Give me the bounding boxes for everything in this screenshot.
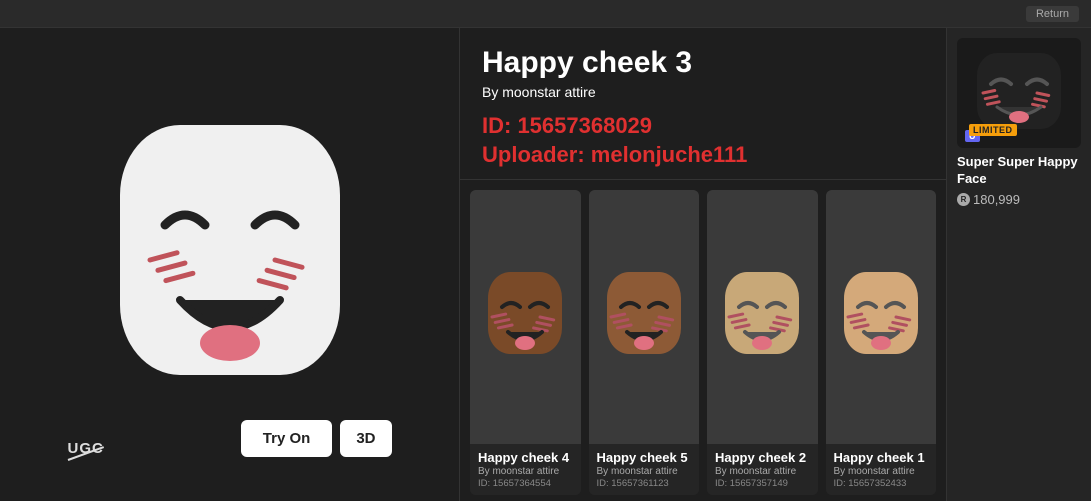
featured-price: R 180,999	[957, 192, 1081, 207]
related-item[interactable]: Happy cheek 4 By moonstar attire ID: 156…	[470, 190, 581, 495]
related-grid: Happy cheek 4 By moonstar attire ID: 156…	[460, 180, 946, 501]
related-item-creator-0: By moonstar attire	[478, 466, 573, 477]
related-item-name-3: Happy cheek 1	[834, 450, 929, 465]
left-panel: UGC Try On 3D	[0, 28, 460, 501]
related-item-img-3	[826, 190, 937, 444]
creator-name[interactable]: moonstar attire	[502, 84, 595, 100]
related-section: Happy cheek 4 By moonstar attire ID: 156…	[460, 180, 946, 501]
item-uploader: Uploader: melonjuche111	[482, 141, 924, 170]
related-item-info-1: Happy cheek 5 By moonstar attire ID: 156…	[589, 444, 700, 495]
right-panel: Happy cheek 3 By moonstar attire ID: 156…	[460, 28, 1091, 501]
related-item-id-2: ID: 15657357149	[715, 478, 810, 489]
robux-icon: R	[957, 193, 970, 206]
related-item-id-0: ID: 15657364554	[478, 478, 573, 489]
related-item-creator-1: By moonstar attire	[597, 466, 692, 477]
related-item-img-2	[707, 190, 818, 444]
featured-img: LIMITED U	[957, 38, 1081, 148]
related-item-creator-2: By moonstar attire	[715, 466, 810, 477]
main-content: UGC Try On 3D Happy cheek 3 By moonstar …	[0, 28, 1091, 501]
related-item-img-1	[589, 190, 700, 444]
related-item-img-0	[470, 190, 581, 444]
related-item-id-3: ID: 15657352433	[834, 478, 929, 489]
return-button[interactable]: Return	[1026, 6, 1079, 22]
related-item-id-1: ID: 15657361123	[597, 478, 692, 489]
related-item-name-2: Happy cheek 2	[715, 450, 810, 465]
bottom-buttons: Try On 3D	[241, 420, 392, 457]
creator-prefix: By	[482, 84, 498, 100]
try-on-button[interactable]: Try On	[241, 420, 333, 457]
ugc-badge: UGC	[68, 440, 106, 461]
item-title: Happy cheek 3	[482, 46, 924, 80]
top-bar: Return	[0, 0, 1091, 28]
related-item-creator-3: By moonstar attire	[834, 466, 929, 477]
related-item-info-3: Happy cheek 1 By moonstar attire ID: 156…	[826, 444, 937, 495]
face-preview	[90, 105, 370, 425]
featured-panel[interactable]: LIMITED U Super Super Happy Face R 180,9…	[946, 28, 1091, 501]
3d-button[interactable]: 3D	[340, 420, 391, 457]
related-item-name-1: Happy cheek 5	[597, 450, 692, 465]
featured-name: Super Super Happy Face	[957, 154, 1081, 188]
related-item-name-0: Happy cheek 4	[478, 450, 573, 465]
related-item[interactable]: Happy cheek 1 By moonstar attire ID: 156…	[826, 190, 937, 495]
featured-price-value: 180,999	[973, 192, 1020, 207]
badges-container: LIMITED U	[963, 130, 980, 142]
related-item-info-2: Happy cheek 2 By moonstar attire ID: 156…	[707, 444, 818, 495]
info-section: Happy cheek 3 By moonstar attire ID: 156…	[460, 28, 946, 180]
related-item[interactable]: Happy cheek 5 By moonstar attire ID: 156…	[589, 190, 700, 495]
related-item-info-0: Happy cheek 4 By moonstar attire ID: 156…	[470, 444, 581, 495]
related-item[interactable]: Happy cheek 2 By moonstar attire ID: 156…	[707, 190, 818, 495]
avatar-preview: UGC Try On 3D	[50, 55, 410, 475]
item-id: ID: 15657368029	[482, 112, 924, 141]
item-creator: By moonstar attire	[482, 84, 924, 100]
limited-badge: LIMITED	[969, 124, 1017, 136]
